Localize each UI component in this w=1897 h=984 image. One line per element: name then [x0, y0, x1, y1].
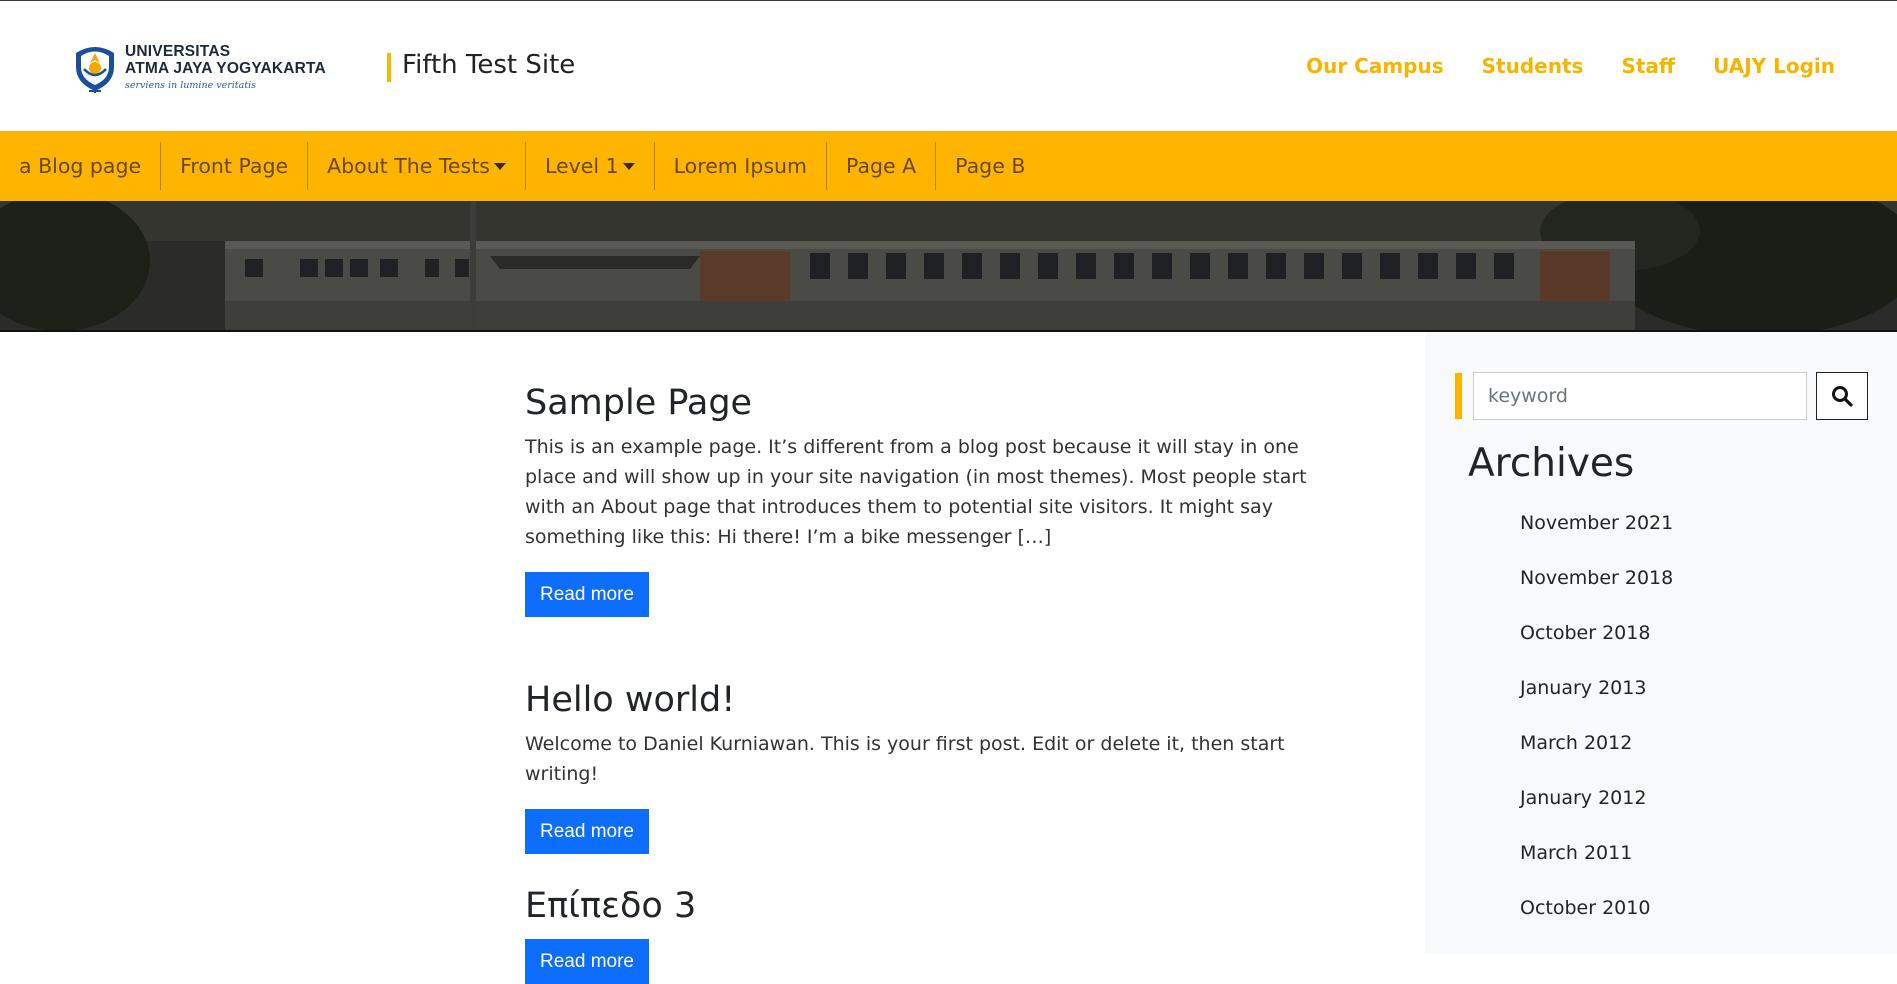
menu-item-page-a[interactable]: Page A: [826, 142, 935, 190]
menu-item-label: a Blog page: [19, 154, 142, 178]
menu-item-label: Level 1: [544, 154, 619, 178]
post-excerpt: This is an example page. It’s different …: [525, 436, 1307, 548]
nav-link-our-campus[interactable]: Our Campus: [1306, 54, 1444, 78]
read-more-button[interactable]: Read more: [525, 939, 649, 984]
archive-link[interactable]: October 2010: [1520, 897, 1673, 952]
archive-link[interactable]: January 2013: [1520, 677, 1673, 732]
read-more-button[interactable]: Read more: [525, 572, 649, 617]
archive-link[interactable]: January 2012: [1520, 787, 1673, 842]
caret-down-icon: [622, 162, 635, 170]
menu-item-label: Page B: [955, 154, 1026, 178]
logo-tagline: serviens in lumine veritatis: [125, 80, 257, 91]
archive-link[interactable]: March 2012: [1520, 732, 1673, 787]
hero-banner-image: [0, 201, 1897, 331]
nav-link-students[interactable]: Students: [1482, 54, 1584, 78]
menu-item-page-b[interactable]: Page B: [935, 142, 1044, 190]
archive-link[interactable]: March 2011: [1520, 842, 1673, 897]
site-title[interactable]: Fifth Test Site: [402, 50, 575, 80]
top-navigation: Our Campus Students Staff UAJY Login: [1306, 54, 1835, 78]
campus-building-illustration: [0, 201, 1897, 331]
magnifier-icon: [1832, 386, 1853, 407]
nav-link-uajy-login[interactable]: UAJY Login: [1713, 54, 1835, 78]
post-title[interactable]: Επίπεδο 3: [525, 885, 1345, 927]
site-header: UNIVERSITAS ATMA JAYA YOGYAKARTA servien…: [0, 1, 1897, 131]
main-menu-bar: a Blog page Front Page About The Tests L…: [0, 131, 1897, 201]
caret-down-icon: [493, 162, 506, 170]
menu-item-label: About The Tests: [327, 154, 490, 178]
site-title-accent: [387, 53, 391, 82]
post-title[interactable]: Sample Page: [525, 382, 1345, 424]
post-title[interactable]: Hello world!: [525, 679, 1345, 721]
archive-link[interactable]: November 2021: [1520, 512, 1673, 567]
archive-link[interactable]: November 2018: [1520, 567, 1673, 622]
logo-line-1: UNIVERSITAS: [125, 43, 231, 60]
menu-item-label: Page A: [846, 154, 917, 178]
search-input[interactable]: [1473, 372, 1807, 420]
post-hello-world: Hello world! Welcome to Daniel Kurniawan…: [525, 679, 1345, 854]
post-excerpt: Welcome to Daniel Kurniawan. This is you…: [525, 733, 1285, 785]
post-sample-page: Sample Page This is an example page. It’…: [525, 382, 1345, 617]
archives-heading: Archives: [1468, 441, 1635, 486]
sidebar: Archives November 2021 November 2018 Oct…: [1425, 332, 1897, 954]
university-logo[interactable]: UNIVERSITAS ATMA JAYA YOGYAKARTA servien…: [72, 39, 326, 95]
menu-item-level-1[interactable]: Level 1: [524, 142, 654, 190]
menu-item-label: Lorem Ipsum: [673, 154, 807, 178]
archives-list: November 2021 November 2018 October 2018…: [1520, 512, 1673, 952]
search-button[interactable]: [1816, 372, 1868, 420]
menu-item-lorem-ipsum[interactable]: Lorem Ipsum: [653, 142, 826, 190]
search-accent-bar: [1455, 373, 1462, 419]
logo-line-2: ATMA JAYA YOGYAKARTA: [125, 60, 326, 77]
menu-item-about-the-tests[interactable]: About The Tests: [307, 142, 525, 190]
nav-link-staff[interactable]: Staff: [1621, 54, 1675, 78]
menu-item-blog-page[interactable]: a Blog page: [0, 142, 160, 190]
menu-item-front-page[interactable]: Front Page: [160, 142, 307, 190]
menu-item-label: Front Page: [180, 154, 289, 178]
archive-link[interactable]: October 2018: [1520, 622, 1673, 677]
uajy-emblem-icon: [76, 47, 114, 93]
read-more-button[interactable]: Read more: [525, 809, 649, 854]
post-level-3: Επίπεδο 3 Read more: [525, 885, 1345, 984]
logo-text: UNIVERSITAS ATMA JAYA YOGYAKARTA servien…: [125, 43, 326, 91]
